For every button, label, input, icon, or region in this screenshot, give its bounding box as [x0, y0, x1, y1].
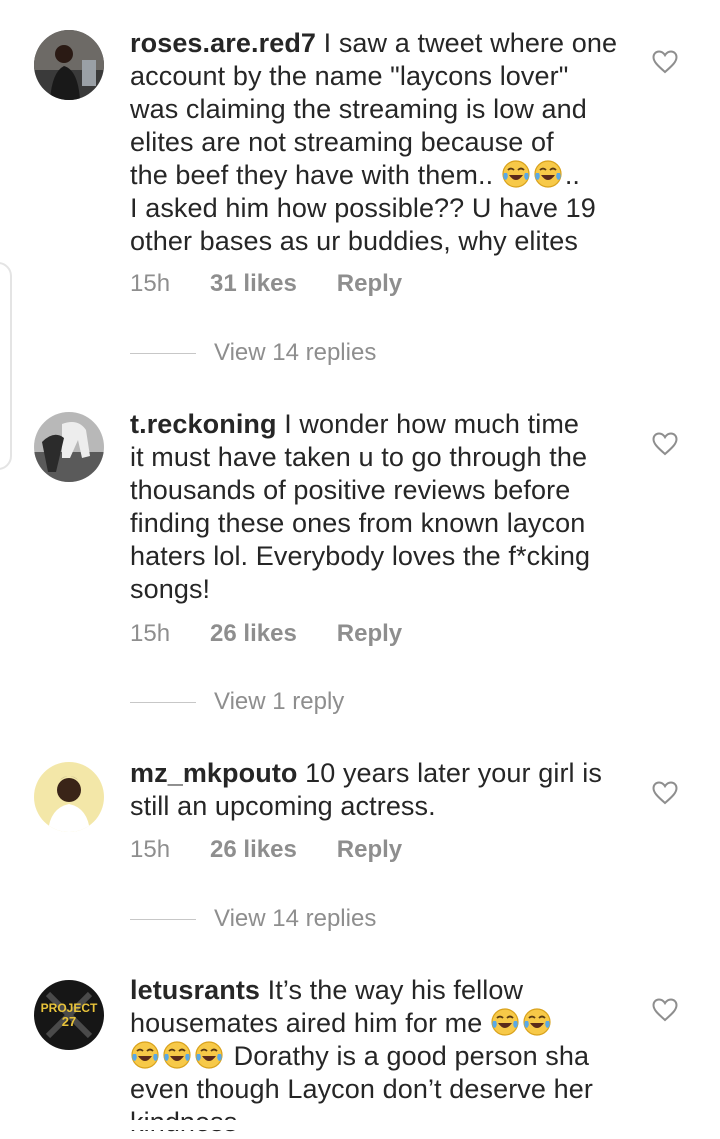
comment-meta: 15h 26 likes Reply — [130, 620, 402, 648]
face-with-tears-of-joy-emoji — [490, 1007, 520, 1037]
comment-time: 15h — [130, 270, 171, 297]
heart-outline-icon[interactable] — [652, 781, 678, 805]
view-replies-button[interactable]: View 1 reply — [130, 688, 344, 716]
avatar[interactable] — [34, 762, 104, 832]
comment-text: t.reckoning I wonder how much time it mu… — [130, 409, 591, 604]
avatar[interactable] — [34, 30, 104, 100]
comment-text: mz_mkpouto 10 years later your girl is s… — [130, 758, 602, 821]
comment-username[interactable]: roses.are.red7 — [130, 28, 316, 58]
face-with-tears-of-joy-emoji — [194, 1040, 224, 1070]
reply-button[interactable]: Reply — [337, 620, 402, 648]
divider-line — [130, 918, 196, 920]
comment-meta: 15h 26 likes Reply — [130, 836, 402, 864]
reply-button[interactable]: Reply — [337, 836, 402, 864]
divider-line — [130, 352, 196, 354]
side-panel-edge — [0, 262, 12, 470]
face-with-tears-of-joy-emoji — [501, 159, 531, 189]
avatar[interactable]: PROJECT 27 — [34, 980, 104, 1050]
face-with-tears-of-joy-emoji — [162, 1040, 192, 1070]
comment-text: roses.are.red7 I saw a tweet where one a… — [130, 28, 618, 256]
comment-time: 15h — [130, 620, 171, 647]
likes-count[interactable]: 26 likes — [210, 836, 297, 864]
avatar-logo-number: 27 — [62, 1014, 76, 1029]
heart-outline-icon[interactable] — [652, 432, 678, 456]
heart-outline-icon[interactable] — [652, 50, 678, 74]
likes-count[interactable]: 26 likes — [210, 620, 297, 648]
face-with-tears-of-joy-emoji — [522, 1007, 552, 1037]
likes-count[interactable]: 31 likes — [210, 270, 297, 298]
face-with-tears-of-joy-emoji — [130, 1040, 160, 1070]
comment-text: letusrants It’s the way his fellow house… — [130, 975, 593, 1137]
screen-bottom-edge — [0, 1120, 720, 1130]
heart-outline-icon[interactable] — [652, 998, 678, 1022]
comment-username[interactable]: t.reckoning — [130, 409, 277, 439]
view-replies-button[interactable]: View 14 replies — [130, 905, 376, 933]
avatar-logo-text: PROJECT — [41, 1001, 98, 1015]
comment-meta: 15h 31 likes Reply — [130, 270, 402, 298]
reply-button[interactable]: Reply — [337, 270, 402, 298]
comment-username[interactable]: mz_mkpouto — [130, 758, 298, 788]
divider-line — [130, 701, 196, 703]
avatar[interactable] — [34, 412, 104, 482]
comment-time: 15h — [130, 836, 171, 863]
view-replies-button[interactable]: View 14 replies — [130, 339, 376, 367]
face-with-tears-of-joy-emoji — [533, 159, 563, 189]
comment-username[interactable]: letusrants — [130, 975, 260, 1005]
